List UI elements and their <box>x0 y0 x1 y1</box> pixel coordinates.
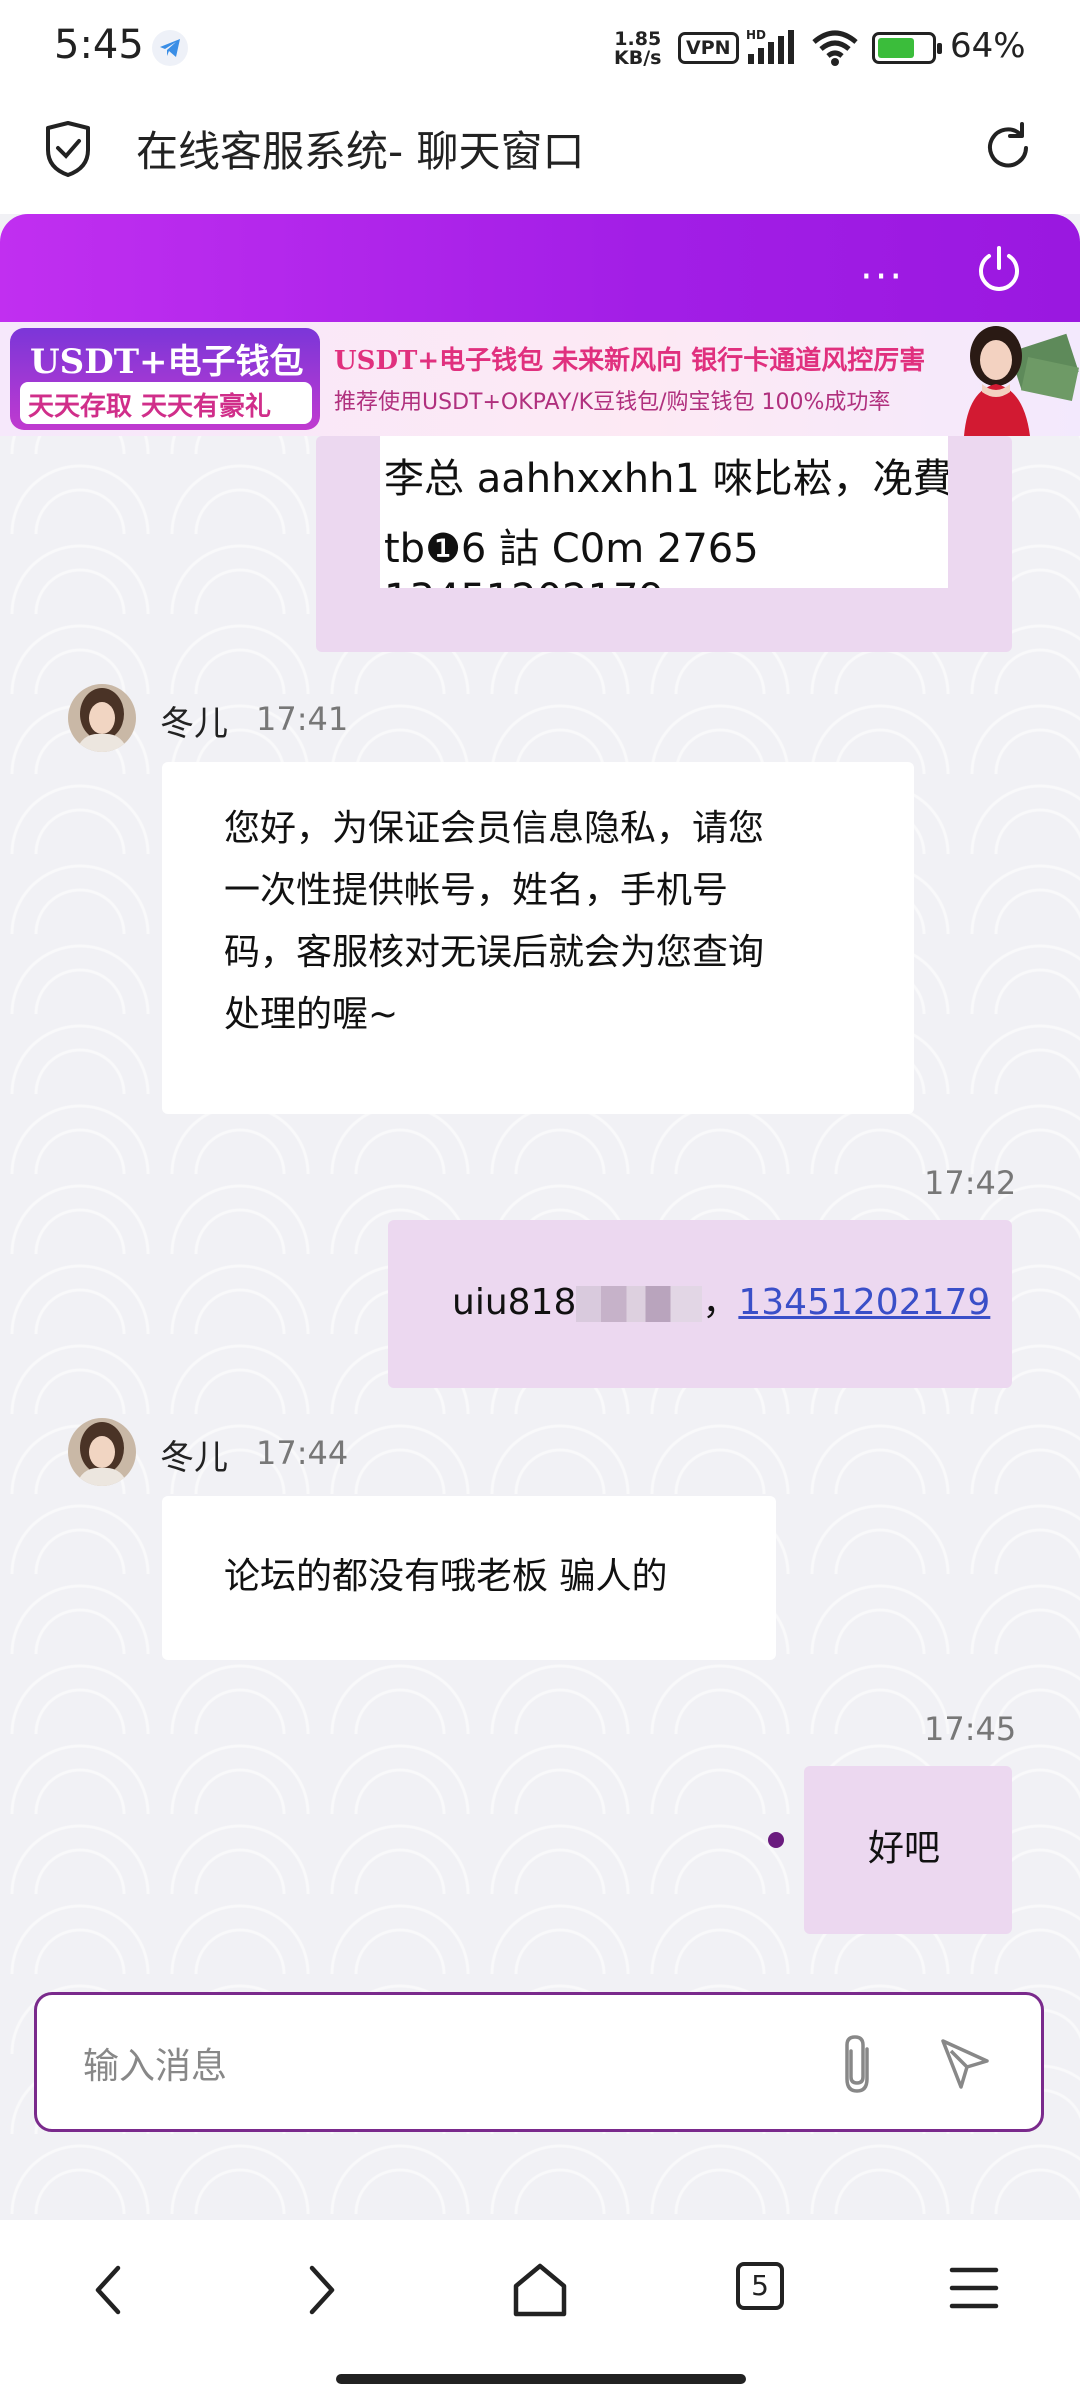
ad-subline: 推荐使用USDT+OKPAY/K豆钱包/购宝钱包 100%成功率 <box>334 390 891 415</box>
image-text-line: tb❶6 詁 C0m 2765 <box>384 526 759 572</box>
ad-badge-title: USDT+电子钱包 <box>30 342 304 382</box>
account-text: uiu818 <box>452 1282 577 1323</box>
message-text: 好吧 <box>868 1828 941 1869</box>
ad-banner[interactable]: USDT+电子钱包 天天存取 天天有豪礼 USDT+电子钱包 未来新风向 银行卡… <box>0 322 1080 436</box>
vpn-badge: VPN <box>678 32 739 64</box>
chat-header: ··· <box>0 214 1080 322</box>
signal-icon: HD <box>746 28 794 64</box>
power-icon[interactable] <box>974 244 1024 296</box>
message-time: 17:41 <box>256 700 349 738</box>
tabs-icon[interactable]: 5 <box>736 2262 784 2310</box>
network-speed: 1.85 KB/s <box>614 28 662 69</box>
image-text-line: 李总 aahhxxhh1 唻比崧，凂費 <box>384 456 948 502</box>
message-time: 17:45 <box>924 1710 1017 1748</box>
ad-model-image <box>944 322 1080 436</box>
avatar[interactable] <box>68 684 136 752</box>
outgoing-message: 好吧 <box>804 1766 1012 1934</box>
ad-badge[interactable]: USDT+电子钱包 天天存取 天天有豪礼 <box>10 328 320 430</box>
status-bar: 5:45 1.85 KB/s VPN HD 64% <box>0 0 1080 96</box>
message-input-box[interactable]: 输入消息 <box>34 1992 1044 2132</box>
send-icon[interactable] <box>937 2035 993 2091</box>
redacted-blur <box>576 1286 703 1322</box>
browser-nav-bar: 5 <box>0 2220 1080 2400</box>
status-time: 5:45 <box>54 22 144 68</box>
agent-name: 冬儿 <box>160 1438 228 1478</box>
message-input[interactable]: 输入消息 <box>83 2037 227 2089</box>
chat-window: ··· USDT+电子钱包 天天存取 天天有豪礼 USDT+电子钱包 未来新风向… <box>0 214 1080 2220</box>
ad-badge-subtitle: 天天存取 天天有豪礼 <box>28 392 272 422</box>
battery-icon <box>872 32 942 64</box>
avatar[interactable] <box>68 1418 136 1486</box>
incoming-message: 您好，为保证会员信息隐私，请您 一次性提供帐号，姓名，手机号 码，客服核对无误后… <box>162 762 914 1114</box>
chevron-left-icon[interactable] <box>84 2260 134 2320</box>
message-text: uiu818 ，13451202179 <box>452 1272 990 1334</box>
incoming-message: 论坛的都没有哦老板 骗人的 <box>162 1496 776 1660</box>
message-image[interactable]: 李总 aahhxxhh1 唻比崧，凂費 tb❶6 詁 C0m 2765 1345… <box>380 436 948 588</box>
telegram-icon <box>152 30 188 66</box>
outgoing-image-message: 李总 aahhxxhh1 唻比崧，凂費 tb❶6 詁 C0m 2765 1345… <box>316 436 1012 652</box>
wifi-icon <box>812 30 858 66</box>
home-indicator <box>336 2374 746 2384</box>
message-time: 17:42 <box>924 1164 1017 1202</box>
message-line: 一次性提供帐号，姓名，手机号 <box>224 870 729 911</box>
more-icon[interactable]: ··· <box>860 254 904 300</box>
browser-title-bar: 在线客服系统- 聊天窗口 <box>0 96 1080 214</box>
image-text-line: 13451202179 <box>384 576 664 588</box>
message-line: 处理的喔~ <box>224 994 399 1035</box>
paperclip-icon[interactable] <box>837 2033 881 2097</box>
ad-headline: USDT+电子钱包 未来新风向 银行卡通道风控厉害 <box>334 346 926 376</box>
shield-check-icon[interactable] <box>42 120 94 178</box>
message-time: 17:44 <box>256 1434 349 1472</box>
svg-text:HD: HD <box>746 28 766 42</box>
outgoing-message: uiu818 ，13451202179 <box>388 1220 1012 1388</box>
reload-icon[interactable] <box>980 120 1036 176</box>
chevron-right-icon[interactable] <box>296 2260 346 2320</box>
page-title: 在线客服系统- 聊天窗口 <box>136 127 585 176</box>
battery-percent: 64% <box>950 26 1026 66</box>
read-status-dot <box>768 1832 784 1848</box>
separator: ， <box>702 1282 739 1323</box>
agent-name: 冬儿 <box>160 704 228 744</box>
message-line: 您好，为保证会员信息隐私，请您 <box>224 808 765 849</box>
message-text: 论坛的都没有哦老板 骗人的 <box>224 1556 668 1597</box>
phone-link[interactable]: 13451202179 <box>738 1282 990 1323</box>
message-line: 码，客服核对无误后就会为您查询 <box>224 932 765 973</box>
menu-icon[interactable] <box>946 2260 1002 2316</box>
home-icon[interactable] <box>510 2260 570 2320</box>
